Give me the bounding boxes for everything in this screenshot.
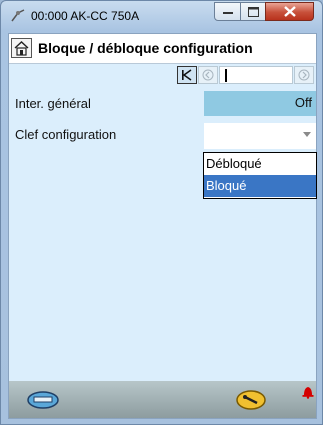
first-page-button[interactable] [177,66,197,84]
title-bar[interactable]: 00:000 AK-CC 750A [1,1,322,33]
next-page-button[interactable] [294,66,314,84]
screen-header: Bloque / débloque configuration [9,34,316,64]
config-key-label: Clef configuration [15,127,117,142]
option-unlocked[interactable]: Débloqué [204,153,316,175]
main-switch-value[interactable]: Off [204,91,316,116]
config-key-dropdown: Débloqué Bloqué [203,152,317,199]
database-icon[interactable] [27,391,59,409]
navigation-bar [9,64,316,86]
close-button[interactable] [265,2,314,21]
maximize-icon [247,6,259,17]
maximize-button[interactable] [240,2,266,21]
home-button[interactable] [11,38,32,58]
chevron-down-icon[interactable] [303,132,311,137]
alarm-bell-icon[interactable] [301,385,315,399]
app-icon [11,9,25,22]
next-page-icon [298,69,310,81]
first-page-icon [182,69,192,81]
previous-page-button[interactable] [198,66,218,84]
bottom-toolbar [9,381,316,418]
home-icon [14,41,29,56]
main-switch-value-text: Off [294,95,312,110]
client-area: Bloque / débloque configuration Inter. g… [8,33,317,419]
page-number-field[interactable] [219,66,293,84]
previous-page-icon [202,69,214,81]
window-title: 00:000 AK-CC 750A [31,9,140,23]
wrench-icon[interactable] [236,390,266,410]
option-locked[interactable]: Bloqué [204,175,316,197]
text-cursor [225,69,227,82]
minimize-icon [222,11,233,14]
config-key-select[interactable] [204,123,316,149]
application-window: 00:000 AK-CC 750A Bloque / débloque conf… [0,0,323,425]
main-switch-label: Inter. général [15,96,91,111]
page-title: Bloque / débloque configuration [38,40,253,56]
minimize-button[interactable] [214,2,241,21]
close-icon [283,6,296,17]
